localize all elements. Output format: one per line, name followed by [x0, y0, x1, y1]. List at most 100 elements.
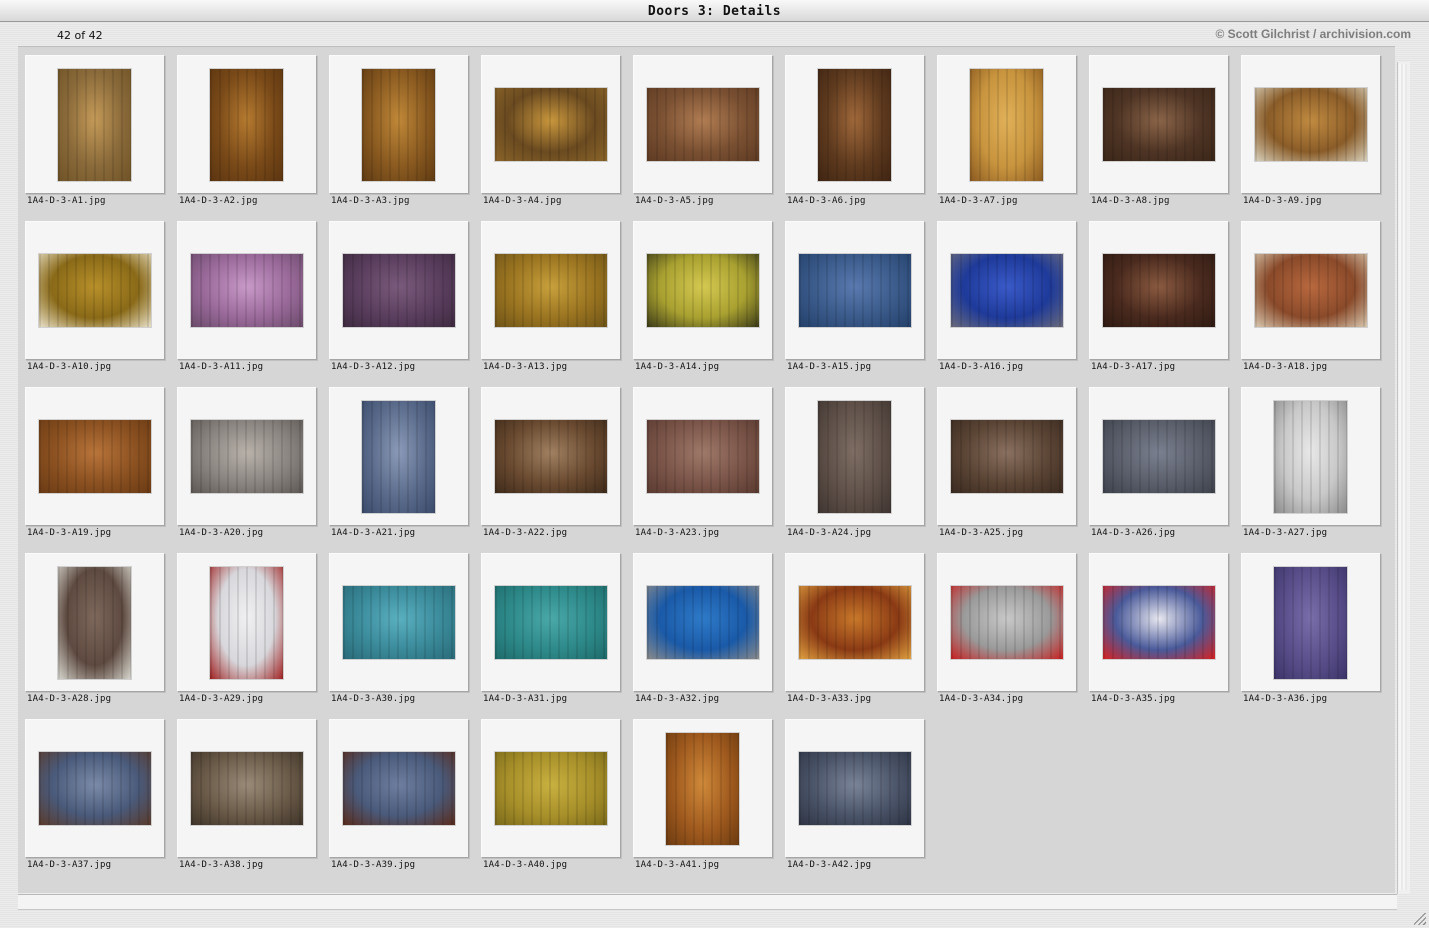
slide-mount[interactable]: [177, 221, 317, 360]
thumbnail-image[interactable]: [951, 420, 1063, 493]
horizontal-scrollbar[interactable]: [18, 894, 1397, 910]
thumbnail-image[interactable]: [951, 254, 1063, 327]
slide-mount[interactable]: [177, 55, 317, 194]
slide-mount[interactable]: [1241, 553, 1381, 692]
thumbnail-image[interactable]: [818, 401, 891, 513]
slide-mount[interactable]: [25, 553, 165, 692]
slide-mount[interactable]: [25, 387, 165, 526]
thumbnail-item[interactable]: 1A4-D-3-A16.jpg: [931, 214, 1083, 374]
slide-mount[interactable]: [785, 553, 925, 692]
thumbnail-image[interactable]: [362, 69, 435, 181]
slide-mount[interactable]: [785, 55, 925, 194]
thumbnail-item[interactable]: 1A4-D-3-A4.jpg: [475, 48, 627, 208]
thumbnail-item[interactable]: 1A4-D-3-A40.jpg: [475, 712, 627, 872]
thumbnail-image[interactable]: [58, 69, 131, 181]
slide-mount[interactable]: [177, 387, 317, 526]
thumbnail-item[interactable]: 1A4-D-3-A29.jpg: [171, 546, 323, 706]
thumbnail-item[interactable]: 1A4-D-3-A24.jpg: [779, 380, 931, 540]
thumbnail-image[interactable]: [818, 69, 891, 181]
slide-mount[interactable]: [1241, 55, 1381, 194]
thumbnail-image[interactable]: [39, 254, 151, 327]
thumbnail-item[interactable]: 1A4-D-3-A6.jpg: [779, 48, 931, 208]
thumbnail-item[interactable]: 1A4-D-3-A35.jpg: [1083, 546, 1235, 706]
thumbnail-image[interactable]: [191, 420, 303, 493]
thumbnail-image[interactable]: [1103, 586, 1215, 659]
slide-mount[interactable]: [937, 387, 1077, 526]
thumbnail-image[interactable]: [39, 752, 151, 825]
slide-mount[interactable]: [329, 221, 469, 360]
thumbnail-item[interactable]: 1A4-D-3-A19.jpg: [19, 380, 171, 540]
thumbnail-image[interactable]: [647, 420, 759, 493]
slide-mount[interactable]: [481, 221, 621, 360]
slide-mount[interactable]: [1089, 55, 1229, 194]
thumbnail-image[interactable]: [1255, 254, 1367, 327]
slide-mount[interactable]: [785, 719, 925, 858]
slide-mount[interactable]: [25, 55, 165, 194]
slide-mount[interactable]: [25, 221, 165, 360]
thumbnail-item[interactable]: 1A4-D-3-A34.jpg: [931, 546, 1083, 706]
thumbnail-item[interactable]: 1A4-D-3-A7.jpg: [931, 48, 1083, 208]
window-titlebar[interactable]: Doors 3: Details: [0, 0, 1429, 22]
slide-mount[interactable]: [329, 387, 469, 526]
thumbnail-item[interactable]: 1A4-D-3-A11.jpg: [171, 214, 323, 374]
slide-mount[interactable]: [1241, 221, 1381, 360]
slide-mount[interactable]: [785, 387, 925, 526]
thumbnail-item[interactable]: 1A4-D-3-A22.jpg: [475, 380, 627, 540]
thumbnail-image[interactable]: [39, 420, 151, 493]
slide-mount[interactable]: [481, 719, 621, 858]
thumbnail-image[interactable]: [343, 752, 455, 825]
slide-mount[interactable]: [633, 387, 773, 526]
thumbnail-item[interactable]: 1A4-D-3-A37.jpg: [19, 712, 171, 872]
slide-mount[interactable]: [1089, 221, 1229, 360]
slide-mount[interactable]: [329, 553, 469, 692]
thumbnail-image[interactable]: [191, 254, 303, 327]
thumbnail-image[interactable]: [799, 752, 911, 825]
slide-mount[interactable]: [937, 55, 1077, 194]
thumbnail-item[interactable]: 1A4-D-3-A38.jpg: [171, 712, 323, 872]
thumbnail-item[interactable]: 1A4-D-3-A39.jpg: [323, 712, 475, 872]
slide-mount[interactable]: [481, 387, 621, 526]
thumbnail-image[interactable]: [58, 567, 131, 679]
thumbnail-item[interactable]: 1A4-D-3-A26.jpg: [1083, 380, 1235, 540]
thumbnail-item[interactable]: 1A4-D-3-A23.jpg: [627, 380, 779, 540]
thumbnail-item[interactable]: 1A4-D-3-A15.jpg: [779, 214, 931, 374]
thumbnail-image[interactable]: [495, 752, 607, 825]
slide-mount[interactable]: [785, 221, 925, 360]
thumbnail-item[interactable]: 1A4-D-3-A30.jpg: [323, 546, 475, 706]
thumbnail-item[interactable]: 1A4-D-3-A17.jpg: [1083, 214, 1235, 374]
thumbnail-image[interactable]: [799, 586, 911, 659]
thumbnail-image[interactable]: [495, 586, 607, 659]
slide-mount[interactable]: [1241, 387, 1381, 526]
thumbnail-item[interactable]: 1A4-D-3-A27.jpg: [1235, 380, 1387, 540]
thumbnail-item[interactable]: 1A4-D-3-A32.jpg: [627, 546, 779, 706]
slide-mount[interactable]: [1089, 553, 1229, 692]
thumbnail-item[interactable]: 1A4-D-3-A21.jpg: [323, 380, 475, 540]
thumbnail-item[interactable]: 1A4-D-3-A13.jpg: [475, 214, 627, 374]
thumbnail-item[interactable]: 1A4-D-3-A20.jpg: [171, 380, 323, 540]
thumbnail-item[interactable]: 1A4-D-3-A42.jpg: [779, 712, 931, 872]
scroll-track[interactable]: [1399, 64, 1407, 890]
thumbnail-item[interactable]: 1A4-D-3-A3.jpg: [323, 48, 475, 208]
thumbnail-image[interactable]: [495, 88, 607, 161]
thumbnail-item[interactable]: 1A4-D-3-A33.jpg: [779, 546, 931, 706]
slide-mount[interactable]: [633, 55, 773, 194]
thumbnail-image[interactable]: [495, 420, 607, 493]
thumbnail-image[interactable]: [1103, 420, 1215, 493]
thumbnail-image[interactable]: [1103, 88, 1215, 161]
thumbnail-image[interactable]: [951, 586, 1063, 659]
slide-mount[interactable]: [481, 55, 621, 194]
slide-mount[interactable]: [25, 719, 165, 858]
slide-mount[interactable]: [481, 553, 621, 692]
slide-mount[interactable]: [633, 719, 773, 858]
thumbnail-image[interactable]: [362, 401, 435, 513]
thumbnail-item[interactable]: 1A4-D-3-A5.jpg: [627, 48, 779, 208]
thumbnail-item[interactable]: 1A4-D-3-A12.jpg: [323, 214, 475, 374]
thumbnail-item[interactable]: 1A4-D-3-A14.jpg: [627, 214, 779, 374]
thumbnail-image[interactable]: [1103, 254, 1215, 327]
thumbnail-image[interactable]: [1274, 567, 1347, 679]
slide-mount[interactable]: [1089, 387, 1229, 526]
thumbnail-image[interactable]: [647, 88, 759, 161]
slide-mount[interactable]: [177, 553, 317, 692]
thumbnail-item[interactable]: 1A4-D-3-A41.jpg: [627, 712, 779, 872]
thumbnail-image[interactable]: [970, 69, 1043, 181]
